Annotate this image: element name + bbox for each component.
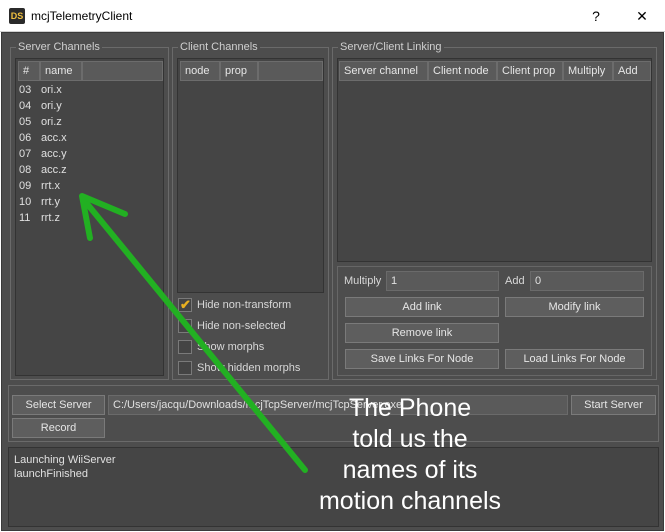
annotation-line: motion channels: [318, 487, 502, 515]
annotation-text: The Phone told us the names of its motio…: [300, 393, 520, 517]
annotation-line: names of its: [342, 456, 478, 484]
annotation-line: The Phone: [348, 394, 472, 422]
annotation-line: told us the: [352, 425, 468, 453]
